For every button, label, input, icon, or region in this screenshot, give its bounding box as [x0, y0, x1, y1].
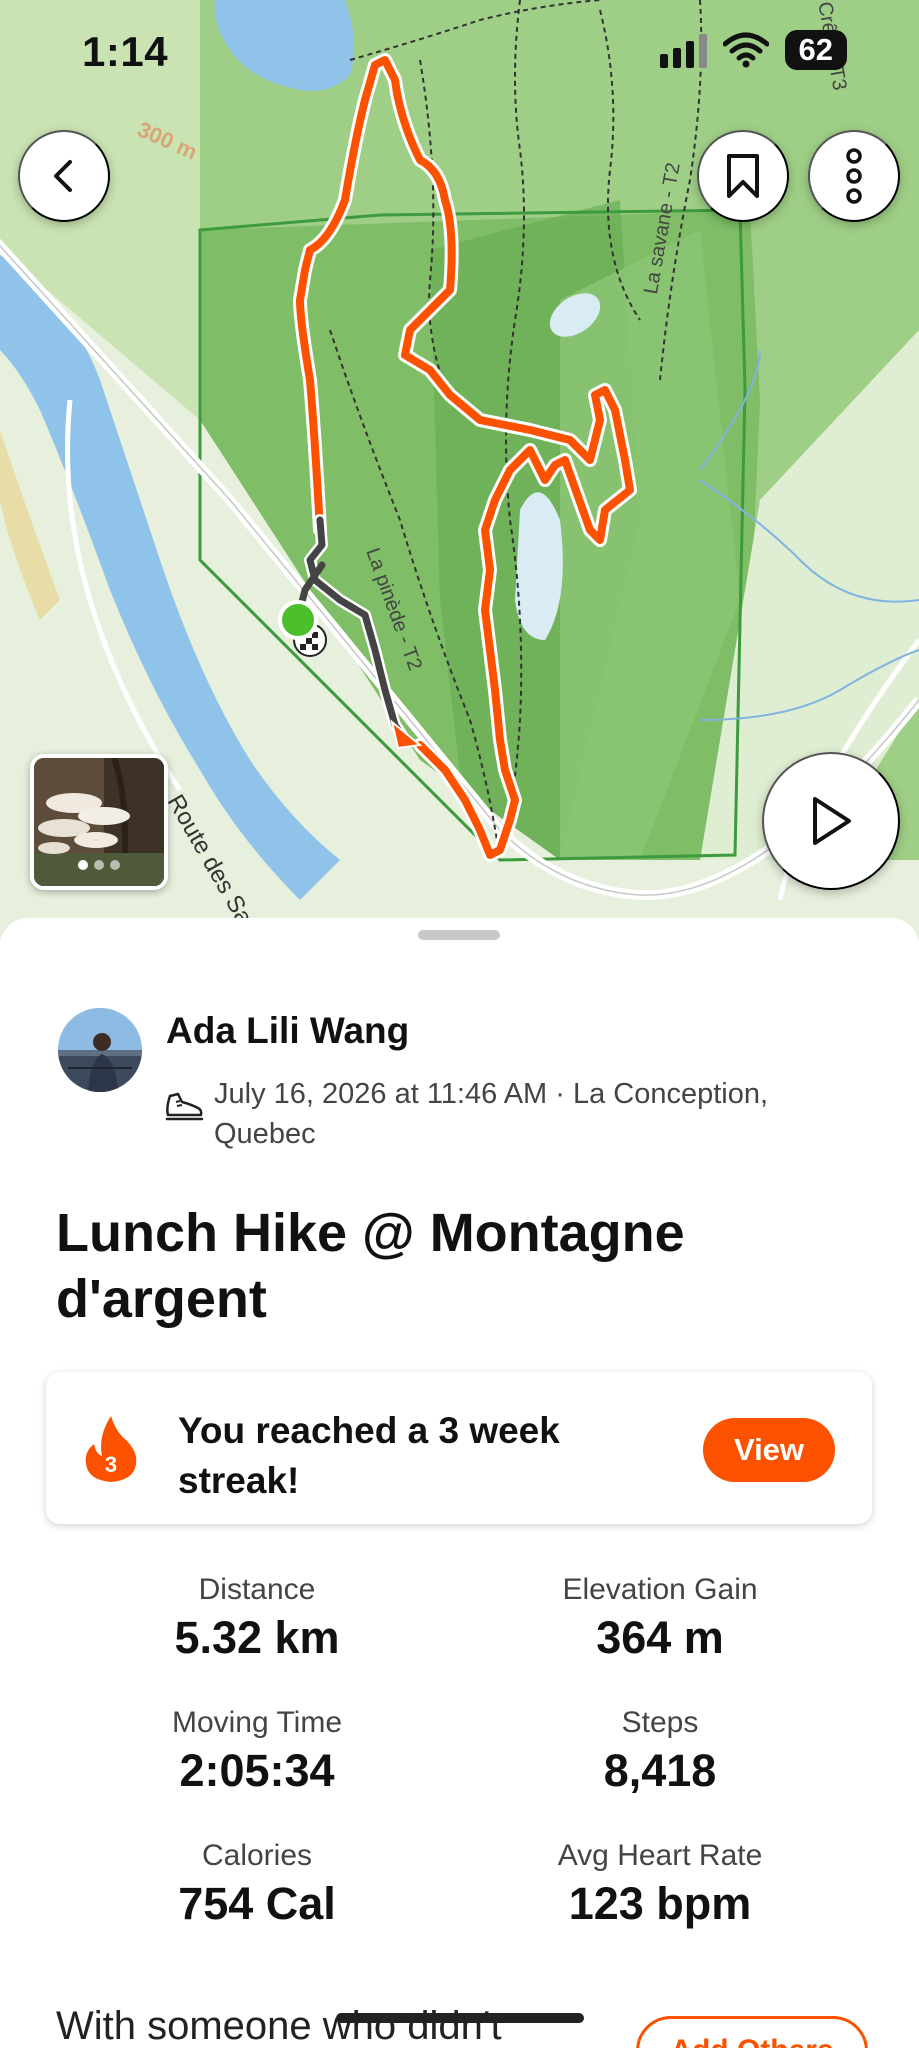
avatar-photo — [58, 1008, 142, 1092]
avatar[interactable] — [58, 1008, 142, 1092]
stat-label: Distance — [198, 1573, 316, 1606]
stat-value: 5.32 km — [174, 1612, 340, 1663]
photo-page-dots — [78, 860, 120, 870]
wifi-icon — [722, 32, 769, 68]
stat-label: Elevation Gain — [562, 1573, 758, 1606]
play-flyover-button[interactable] — [762, 752, 900, 890]
stat-label: Avg Heart Rate — [557, 1839, 763, 1872]
more-options-button[interactable] — [808, 130, 900, 222]
activity-description: With someone who didn't — [56, 2004, 502, 2048]
bookmark-button[interactable] — [697, 130, 789, 222]
status-time: 1:14 — [82, 28, 169, 75]
activity-map[interactable]: 300 m Route des Saules La pinède - T2 La… — [0, 0, 919, 940]
add-others-button[interactable]: Add Others — [636, 2016, 868, 2048]
activity-title: Lunch Hike @ Montagne d'argent — [56, 1203, 685, 1329]
sheet-grabber[interactable] — [418, 930, 500, 940]
chevron-left-icon — [54, 160, 72, 192]
stat-value: 123 bpm — [568, 1878, 752, 1929]
stat-label: Calories — [201, 1839, 313, 1872]
home-indicator — [336, 2013, 584, 2023]
cellular-signal-icon — [659, 32, 707, 68]
status-icons: 62 — [659, 30, 847, 70]
flame-streak-icon: 3 — [85, 1416, 137, 1482]
more-vertical-icon — [846, 148, 862, 204]
streak-message: You reached a 3 week streak! — [178, 1410, 560, 1501]
athlete-name[interactable]: Ada Lili Wang — [166, 1010, 409, 1052]
play-icon — [813, 797, 851, 845]
stat-moving-time: Moving Time 2:05:34 — [57, 1703, 457, 1799]
status-bar: 1:14 62 — [0, 0, 919, 105]
stat-distance: Distance 5.32 km — [57, 1570, 457, 1666]
stat-label: Steps — [621, 1706, 699, 1739]
stat-value: 364 m — [596, 1612, 724, 1663]
back-button[interactable] — [18, 130, 110, 222]
stat-value: 2:05:34 — [179, 1745, 335, 1796]
stat-value: 754 Cal — [178, 1878, 336, 1929]
streak-card[interactable]: 3 You reached a 3 week streak! View — [46, 1372, 872, 1524]
stat-calories: Calories 754 Cal — [57, 1836, 457, 1932]
stat-label: Moving Time — [171, 1706, 343, 1739]
activity-details-sheet: Ada Lili Wang July 16, 2026 at 11:46 AM … — [0, 918, 919, 2048]
stat-elevation-gain: Elevation Gain 364 m — [460, 1570, 860, 1666]
athlete-header[interactable]: Ada Lili Wang July 16, 2026 at 11:46 AM … — [58, 1008, 878, 1150]
streak-week-count: 3 — [105, 1452, 117, 1477]
stat-avg-heart-rate: Avg Heart Rate 123 bpm — [460, 1836, 860, 1932]
hiking-shoe-icon — [165, 1092, 204, 1121]
stat-value: 8,418 — [603, 1745, 717, 1796]
bookmark-icon — [727, 154, 759, 198]
stat-steps: Steps 8,418 — [460, 1703, 860, 1799]
battery-indicator: 62 — [784, 30, 847, 70]
activity-date-location: July 16, 2026 at 11:46 AM · La Conceptio… — [214, 1078, 769, 1150]
activity-photo-thumbnail[interactable] — [30, 754, 168, 890]
view-streak-button[interactable]: View — [703, 1418, 835, 1482]
